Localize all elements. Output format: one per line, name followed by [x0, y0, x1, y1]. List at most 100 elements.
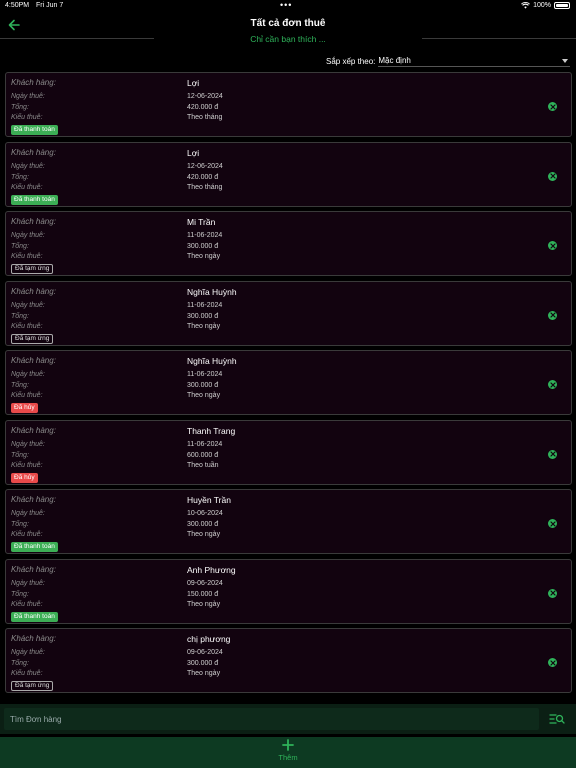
- remove-button[interactable]: [548, 380, 557, 389]
- rent-date: 12-06-2024: [187, 162, 223, 170]
- sort-dropdown[interactable]: Mặc định: [378, 55, 570, 67]
- close-icon: [549, 659, 556, 666]
- status-date: Fri Jun 7: [36, 2, 64, 9]
- rent-type: Theo tháng: [187, 183, 223, 191]
- close-icon: [549, 451, 556, 457]
- close-icon: [549, 590, 556, 596]
- rent-type: Theo ngày: [187, 392, 221, 399]
- total-label: Tổng:: [11, 521, 29, 528]
- total-label: Tổng:: [11, 173, 29, 181]
- rent-date: 11-06-2024: [187, 440, 223, 448]
- order-total: 420.000 đ: [187, 104, 219, 111]
- order-card[interactable]: Khách hàng: Ngày thuê: Tổng: Kiểu thuê: …: [5, 280, 572, 346]
- customer-label: Khách hàng:: [11, 564, 56, 574]
- status-badge: Đã tạm ứng: [11, 333, 54, 344]
- remove-button[interactable]: [548, 658, 557, 667]
- list-search-icon: [549, 714, 565, 724]
- remove-button[interactable]: [548, 588, 557, 598]
- close-icon: [549, 312, 556, 318]
- page-title: Tất cả đơn thuê: [250, 18, 326, 29]
- order-total: 300.000 đ: [187, 521, 219, 528]
- customer-name: Huyền Trần: [187, 495, 231, 505]
- header: Tất cả đơn thuê Chỉ cần bạn thích ...: [0, 12, 576, 48]
- close-icon: [549, 381, 556, 388]
- status-right: 100%: [521, 2, 570, 9]
- total-label: Tổng:: [11, 660, 29, 667]
- date-label: Ngày thuê:: [11, 440, 45, 448]
- customer-label: Khách hàng:: [11, 495, 56, 504]
- customer-name: Nghĩa Huỳnh: [187, 286, 237, 297]
- remove-button[interactable]: [548, 310, 557, 320]
- customer-label: Khách hàng:: [11, 356, 56, 365]
- type-label: Kiểu thuê:: [11, 183, 43, 191]
- customer-name: Lợi: [187, 78, 200, 88]
- total-label: Tổng:: [11, 243, 29, 250]
- customer-name: chị phương: [187, 634, 231, 644]
- total-label: Tổng:: [11, 104, 29, 111]
- close-icon: [549, 103, 556, 110]
- status-bar: 4:50PM Fri Jun 7 ••• 100%: [0, 0, 576, 12]
- remove-button[interactable]: [548, 102, 557, 111]
- status-badge: Đã thanh toán: [11, 125, 58, 135]
- order-card[interactable]: Khách hàng: Ngày thuê: Tổng: Kiểu thuê: …: [5, 72, 572, 137]
- sort-label: Sắp xếp theo:: [326, 56, 376, 66]
- remove-button[interactable]: [548, 241, 557, 250]
- order-card[interactable]: Khách hàng: Ngày thuê: Tổng: Kiểu thuê: …: [5, 350, 572, 415]
- type-label: Kiểu thuê:: [11, 253, 43, 260]
- status-badge: Đã hủy: [11, 472, 38, 483]
- order-card[interactable]: Khách hàng: Ngày thuê: Tổng: Kiểu thuê: …: [5, 141, 572, 207]
- customer-name: Lợi: [187, 147, 200, 158]
- status-time: 4:50PM: [5, 2, 30, 9]
- order-list: Khách hàng: Ngày thuê: Tổng: Kiểu thuê: …: [5, 72, 572, 698]
- order-card[interactable]: Khách hàng: Ngày thuê: Tổng: Kiểu thuê: …: [5, 489, 572, 554]
- customer-name: Thanh Trang: [187, 425, 236, 436]
- date-label: Ngày thuê:: [11, 93, 45, 100]
- remove-button[interactable]: [548, 449, 557, 459]
- customer-label: Khách hàng:: [11, 634, 56, 643]
- total-label: Tổng:: [11, 382, 29, 389]
- bottom-search-bar: [0, 704, 576, 734]
- order-card[interactable]: Khách hàng: Ngày thuê: Tổng: Kiểu thuê: …: [5, 419, 572, 485]
- rent-type: Theo ngày: [187, 253, 221, 260]
- type-label: Kiểu thuê:: [11, 114, 43, 121]
- order-total: 420.000 đ: [187, 173, 219, 181]
- date-label: Ngày thuê:: [11, 579, 45, 587]
- total-label: Tổng:: [11, 590, 29, 598]
- search-hint[interactable]: Chỉ cần bạn thích ...: [0, 34, 576, 44]
- remove-button[interactable]: [548, 519, 557, 528]
- search-input[interactable]: [4, 708, 539, 730]
- order-card[interactable]: Khách hàng: Ngày thuê: Tổng: Kiểu thuê: …: [5, 628, 572, 693]
- date-label: Ngày thuê:: [11, 162, 45, 170]
- order-total: 300.000 đ: [187, 660, 219, 667]
- rent-type: Theo ngày: [187, 322, 221, 330]
- status-badge: Đã thanh toán: [11, 611, 58, 622]
- status-badge: Đã thanh toán: [11, 194, 58, 205]
- rent-date: 09-06-2024: [187, 579, 223, 587]
- close-icon: [549, 173, 556, 179]
- customer-label: Khách hàng:: [11, 217, 56, 226]
- type-label: Kiểu thuê:: [11, 392, 43, 399]
- type-label: Kiểu thuê:: [11, 461, 43, 469]
- add-bar: Thêm: [0, 737, 576, 768]
- search-filter-button[interactable]: [543, 708, 571, 730]
- customer-label: Khách hàng:: [11, 147, 56, 157]
- order-card[interactable]: Khách hàng: Ngày thuê: Tổng: Kiểu thuê: …: [5, 558, 572, 624]
- order-card[interactable]: Khách hàng: Ngày thuê: Tổng: Kiểu thuê: …: [5, 211, 572, 276]
- plus-icon: [282, 739, 294, 751]
- order-total: 600.000 đ: [187, 451, 219, 459]
- rent-date: 09-06-2024: [187, 649, 223, 656]
- order-total: 150.000 đ: [187, 590, 219, 598]
- wifi-icon: [521, 2, 530, 9]
- status-badge: Đã tạm ứng: [11, 264, 54, 274]
- multitask-dots-icon[interactable]: •••: [280, 0, 292, 10]
- add-label: Thêm: [278, 753, 298, 762]
- battery-icon: [554, 2, 570, 9]
- type-label: Kiểu thuê:: [11, 531, 43, 538]
- rent-date: 12-06-2024: [187, 93, 223, 100]
- add-button[interactable]: Thêm: [270, 739, 306, 766]
- customer-name: Nghĩa Huỳnh: [187, 356, 237, 366]
- rent-type: Theo tháng: [187, 114, 223, 121]
- type-label: Kiểu thuê:: [11, 670, 43, 677]
- date-label: Ngày thuê:: [11, 232, 45, 239]
- remove-button[interactable]: [548, 171, 557, 181]
